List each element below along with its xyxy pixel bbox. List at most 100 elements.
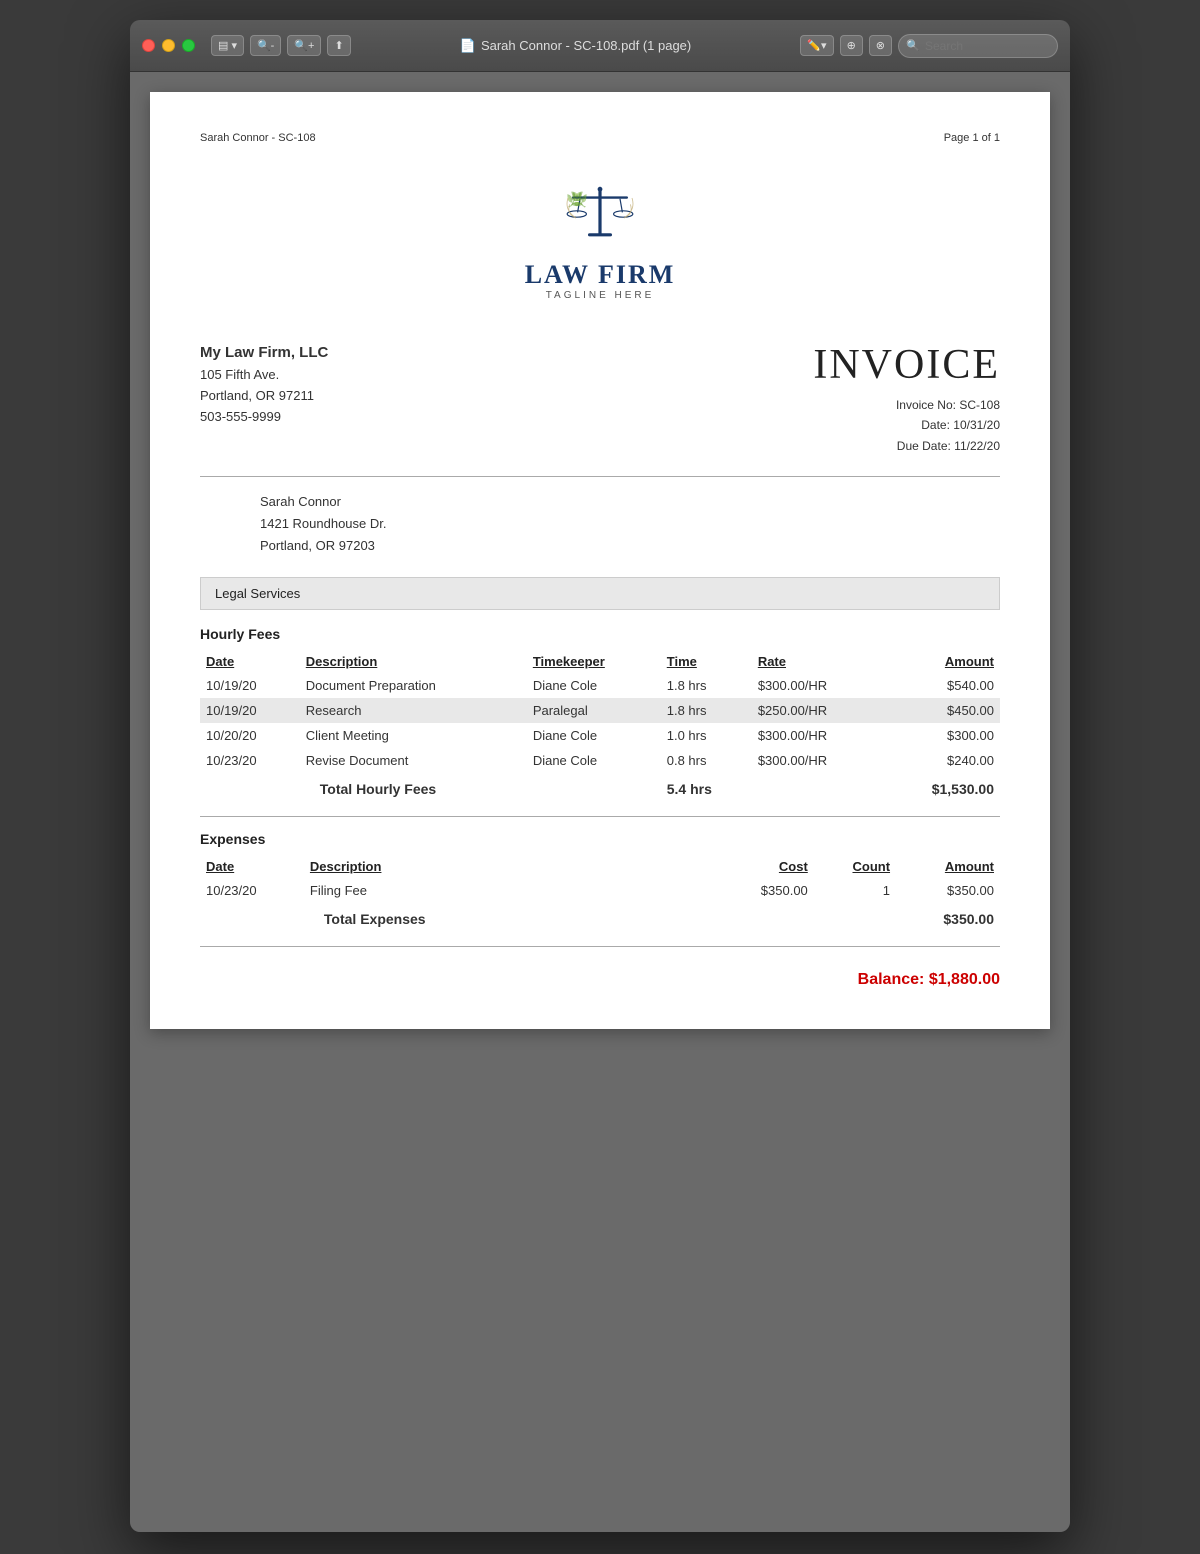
table-row: 10/23/20 Filing Fee $350.00 1 $350.00 [200, 878, 1000, 903]
expenses-header-row: Date Description Cost Count Amount [200, 855, 1000, 878]
services-section-header: Legal Services [200, 577, 1000, 610]
cell-date: 10/23/20 [200, 748, 300, 773]
cell-count: 1 [814, 878, 896, 903]
close-button[interactable] [142, 39, 155, 52]
total-hourly-time: 5.4 hrs [661, 773, 752, 802]
airdrop-button[interactable]: ⊕ [840, 35, 863, 56]
invoice-number-line: Invoice No: SC-108 [813, 395, 1000, 415]
cell-cost: $350.00 [716, 878, 814, 903]
annotate-button[interactable]: ✏️▾ [800, 35, 833, 56]
logo-icon: 🌿 🌿 [200, 174, 1000, 254]
pdf-page: Sarah Connor - SC-108 Page 1 of 1 [150, 92, 1050, 1029]
divider-2 [200, 816, 1000, 817]
client-address: Sarah Connor 1421 Roundhouse Dr. Portlan… [200, 491, 1000, 557]
cell-rate: $300.00/HR [752, 673, 882, 698]
cell-date: 10/20/20 [200, 723, 300, 748]
invoice-details: Invoice No: SC-108 Date: 10/31/20 Due Da… [813, 395, 1000, 456]
firm-address1: 105 Fifth Ave. [200, 365, 328, 386]
app-window: ▤ ▾ 🔍- 🔍+ ⬆ 📄 Sarah Connor - SC-108.pdf … [130, 20, 1070, 1532]
total-hourly-amount: $1,530.00 [882, 773, 1000, 802]
divider-3 [200, 946, 1000, 947]
zoom-out-icon: 🔍- [257, 39, 274, 52]
document-icon: 📄 [460, 38, 476, 54]
divider-1 [200, 476, 1000, 477]
cell-date: 10/19/20 [200, 673, 300, 698]
share-icon: ⬆ [334, 39, 343, 52]
invoice-date-line: Date: 10/31/20 [813, 415, 1000, 435]
exp-col-amount: Amount [896, 855, 1000, 878]
col-description: Description [300, 650, 527, 673]
balance-row: Balance: $1,880.00 [200, 963, 1000, 989]
balance-amount: $1,880.00 [929, 971, 1000, 988]
col-rate: Rate [752, 650, 882, 673]
traffic-lights [142, 39, 195, 52]
col-time: Time [661, 650, 752, 673]
col-date: Date [200, 650, 300, 673]
cell-rate: $300.00/HR [752, 723, 882, 748]
search-wrap: 🔍 [898, 34, 1058, 58]
sidebar-icon: ▤ ▾ [218, 39, 237, 52]
cell-time: 1.8 hrs [661, 698, 752, 723]
invoice-title: INVOICE [813, 341, 1000, 389]
col-timekeeper: Timekeeper [527, 650, 661, 673]
svg-text:🌿: 🌿 [570, 190, 588, 208]
cell-time: 1.0 hrs [661, 723, 752, 748]
firm-invoice-row: My Law Firm, LLC 105 Fifth Ave. Portland… [200, 341, 1000, 456]
hourly-fees-header-row: Date Description Timekeeper Time Rate Am… [200, 650, 1000, 673]
invoice-due-line: Due Date: 11/22/20 [813, 436, 1000, 456]
cell-description: Revise Document [300, 748, 527, 773]
total-expenses-amount: $350.00 [896, 903, 1000, 932]
client-address1: 1421 Roundhouse Dr. [260, 513, 1000, 535]
cell-description: Client Meeting [300, 723, 527, 748]
cell-amount: $240.00 [882, 748, 1000, 773]
expenses-section: Expenses Date Description Cost Count Amo… [200, 831, 1000, 932]
total-hourly-label: Total Hourly Fees [300, 773, 527, 802]
firm-logo-tagline: TAGLINE HERE [200, 290, 1000, 301]
balance-label: Balance: [858, 971, 925, 988]
cell-timekeeper: Paralegal [527, 698, 661, 723]
hourly-fees-total-row: Total Hourly Fees 5.4 hrs $1,530.00 [200, 773, 1000, 802]
cell-amount: $300.00 [882, 723, 1000, 748]
firm-name: My Law Firm, LLC [200, 341, 328, 365]
cell-description: Filing Fee [304, 878, 516, 903]
page-header-meta: Sarah Connor - SC-108 Page 1 of 1 [200, 132, 1000, 144]
minimize-button[interactable] [162, 39, 175, 52]
cell-description: Research [300, 698, 527, 723]
zoom-in-button[interactable]: 🔍+ [287, 35, 321, 56]
titlebar: ▤ ▾ 🔍- 🔍+ ⬆ 📄 Sarah Connor - SC-108.pdf … [130, 20, 1070, 72]
hourly-fees-table: Date Description Timekeeper Time Rate Am… [200, 650, 1000, 802]
markup-button[interactable]: ⊗ [869, 35, 892, 56]
search-input[interactable] [898, 34, 1058, 58]
firm-phone: 503-555-9999 [200, 407, 328, 428]
fullscreen-button[interactable] [182, 39, 195, 52]
sidebar-toggle-button[interactable]: ▤ ▾ [211, 35, 244, 56]
cell-amount: $350.00 [896, 878, 1000, 903]
exp-col-count: Count [814, 855, 896, 878]
cell-timekeeper: Diane Cole [527, 673, 661, 698]
cell-rate: $250.00/HR [752, 698, 882, 723]
expenses-total-row: Total Expenses $350.00 [200, 903, 1000, 932]
table-row: 10/19/20 Research Paralegal 1.8 hrs $250… [200, 698, 1000, 723]
cell-amount: $450.00 [882, 698, 1000, 723]
table-row: 10/20/20 Client Meeting Diane Cole 1.0 h… [200, 723, 1000, 748]
hourly-fees-title: Hourly Fees [200, 626, 1000, 642]
cell-timekeeper: Diane Cole [527, 723, 661, 748]
share-button[interactable]: ⬆ [327, 35, 350, 56]
client-name: Sarah Connor [260, 491, 1000, 513]
window-title: 📄 Sarah Connor - SC-108.pdf (1 page) [351, 38, 801, 54]
cell-amount: $540.00 [882, 673, 1000, 698]
cell-date: 10/19/20 [200, 698, 300, 723]
cell-timekeeper: Diane Cole [527, 748, 661, 773]
hourly-fees-section: Hourly Fees Date Description Timekeeper … [200, 626, 1000, 802]
exp-col-description: Description [304, 855, 516, 878]
invoice-block: INVOICE Invoice No: SC-108 Date: 10/31/2… [813, 341, 1000, 456]
zoom-in-icon: 🔍+ [294, 39, 314, 52]
cell-rate: $300.00/HR [752, 748, 882, 773]
exp-col-cost: Cost [716, 855, 814, 878]
cell-description: Document Preparation [300, 673, 527, 698]
total-expenses-label: Total Expenses [304, 903, 516, 932]
firm-logo-name: LAW FIRM [200, 260, 1000, 290]
firm-address2: Portland, OR 97211 [200, 386, 328, 407]
zoom-out-button[interactable]: 🔍- [250, 35, 281, 56]
toolbar-left: ▤ ▾ 🔍- 🔍+ ⬆ [211, 35, 351, 56]
